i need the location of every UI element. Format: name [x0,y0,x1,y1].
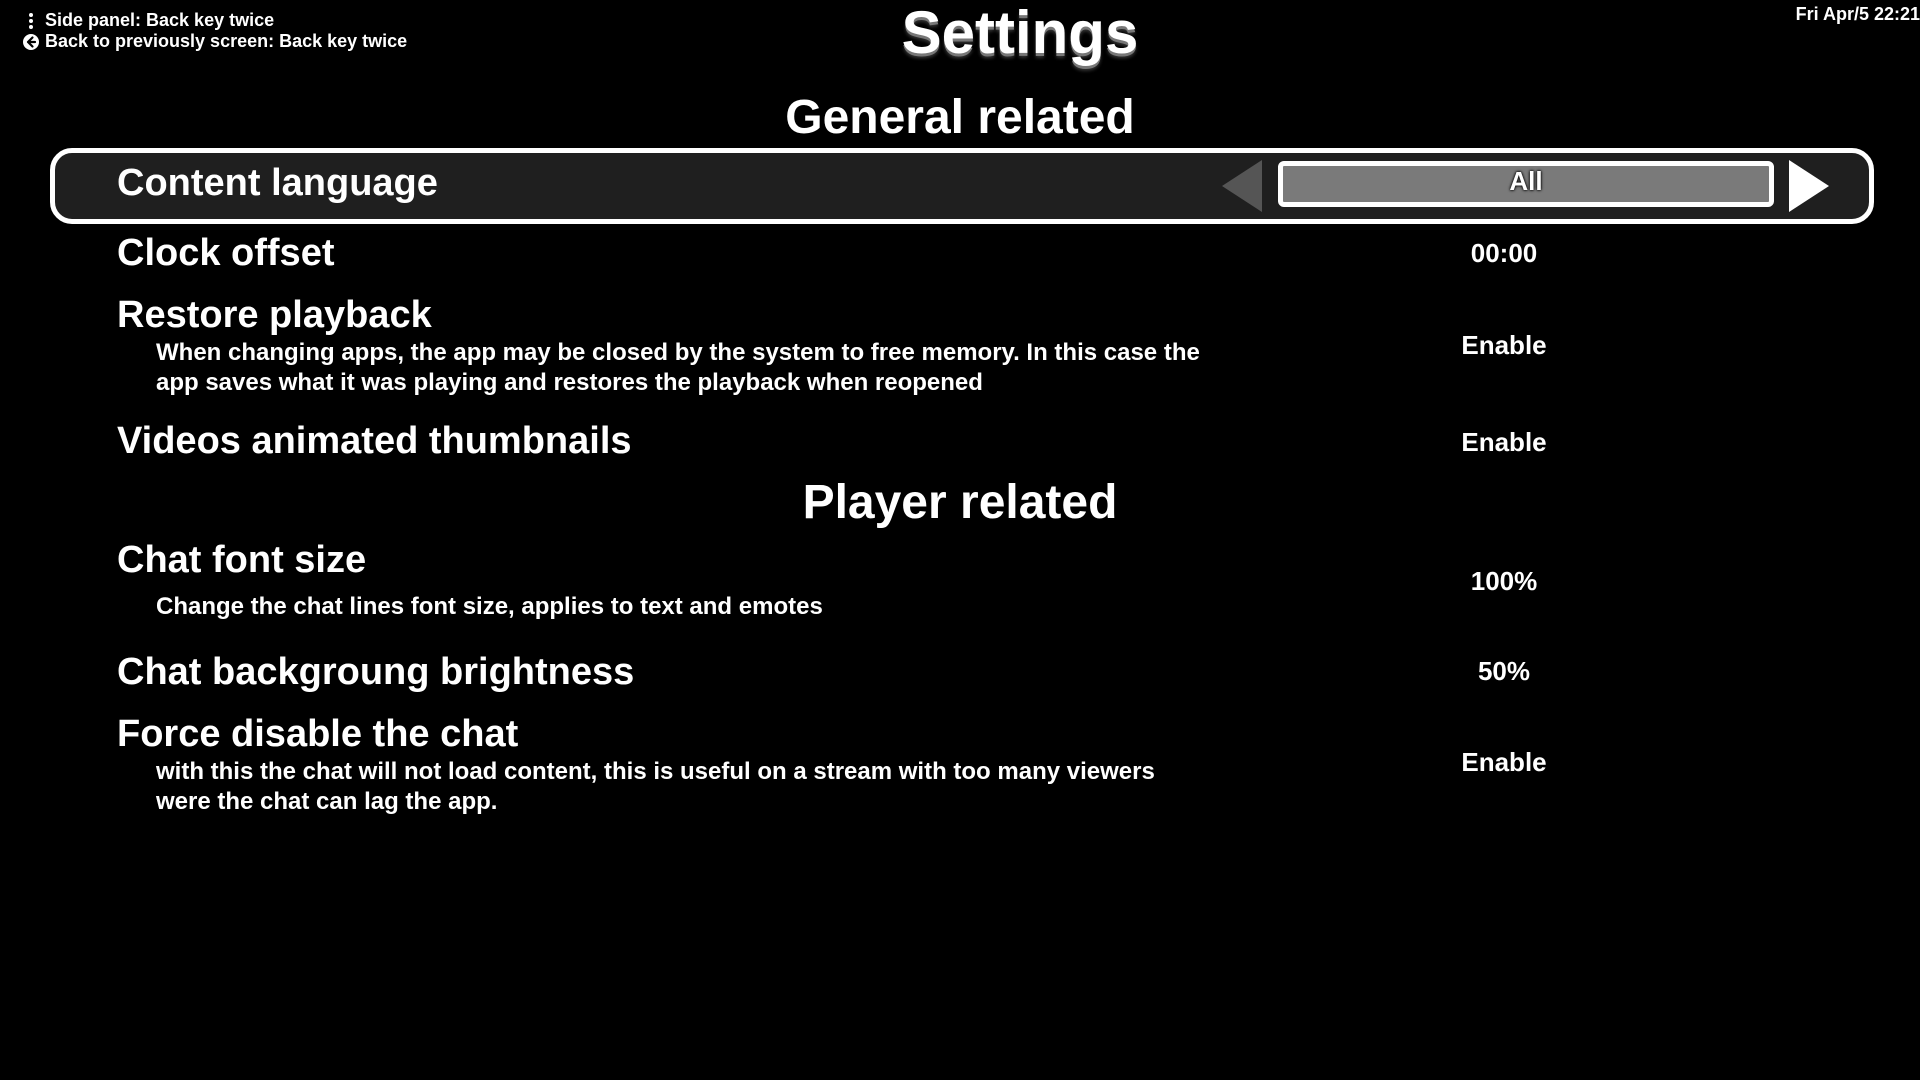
setting-value-chat-brightness: 50% [1477,656,1531,686]
page-title: Settings [901,0,1139,66]
setting-value-force-disable-chat: Enable [1461,747,1547,777]
setting-desc-chat-font-size: Change the chat lines font size, applies… [156,593,823,620]
setting-name-restore-playback[interactable]: Restore playback [117,294,432,337]
setting-value-chat-font-size: 100% [1470,566,1538,596]
section-title-player: Player related [802,476,1118,529]
setting-name-content-language: Content language [117,162,438,204]
setting-name-chat-brightness[interactable]: Chat backgroung brightness [117,651,634,694]
setting-name-force-disable-chat[interactable]: Force disable the chat [117,713,518,756]
section-title-general: General related [785,91,1135,144]
setting-value-content-language: All [1278,161,1774,207]
triangle-left-icon[interactable] [1222,160,1262,212]
setting-name-chat-font-size[interactable]: Chat font size [117,539,366,582]
setting-name-animated-thumbnails[interactable]: Videos animated thumbnails [117,420,632,463]
setting-desc-restore-playback: When changing apps, the app may be close… [156,339,1200,396]
setting-name-clock-offset[interactable]: Clock offset [117,232,334,275]
triangle-right-icon[interactable] [1789,160,1829,212]
clock: Fri Apr/5 22:21 [1795,4,1920,24]
setting-desc-force-disable-chat: with this the chat will not load content… [156,758,1155,815]
setting-value-clock-offset: 00:00 [1470,238,1538,268]
setting-value-animated-thumbnails: Enable [1461,427,1547,457]
setting-value-restore-playback: Enable [1461,330,1547,360]
